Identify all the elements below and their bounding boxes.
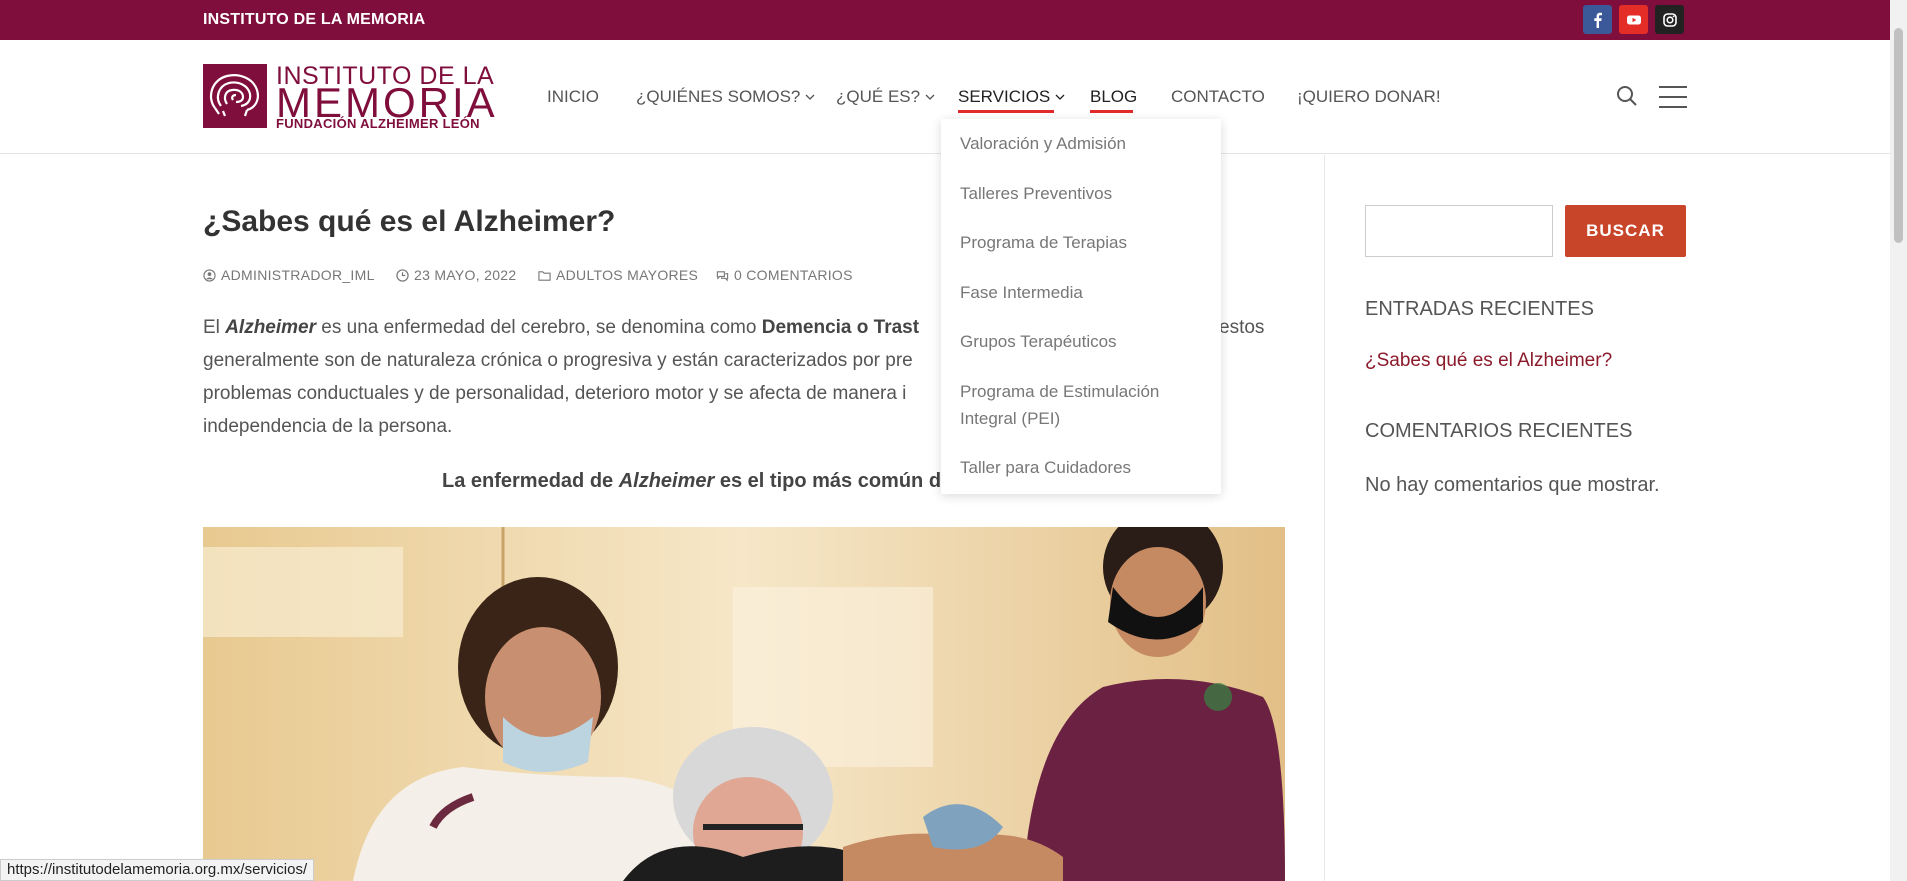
sidebar-search-button[interactable]: BUSCAR (1565, 205, 1686, 257)
post-author[interactable]: ADMINISTRADOR_IML (203, 267, 375, 283)
post-title: ¿Sabes qué es el Alzheimer? (203, 205, 616, 238)
recent-post-link[interactable]: ¿Sabes qué es el Alzheimer? (1365, 350, 1612, 372)
post-featured-image (203, 527, 1285, 881)
search-icon[interactable] (1615, 84, 1639, 108)
recent-posts-title: ENTRADAS RECIENTES (1365, 298, 1594, 320)
nav-quienes-somos[interactable]: ¿QUIÉNES SOMOS? (636, 87, 816, 107)
recent-comments-title: COMENTARIOS RECIENTES (1365, 420, 1633, 442)
nav-contacto[interactable]: CONTACTO (1171, 87, 1265, 107)
nav-blog-label: BLOG (1090, 87, 1138, 106)
nav-servicios-label: SERVICIOS (958, 87, 1051, 106)
site-logo[interactable]: INSTITUTO DE LA MEMORIA FUNDACIÓN ALZHEI… (203, 62, 495, 131)
dropdown-item-fase-intermedia[interactable]: Fase Intermedia (960, 279, 1210, 306)
post-category-label: ADULTOS MAYORES (556, 267, 699, 283)
nav-servicios[interactable]: SERVICIOS (958, 87, 1066, 107)
nav-inicio[interactable]: INICIO (547, 87, 599, 107)
nav-que-es-label: ¿QUÉ ES? (836, 87, 921, 106)
youtube-icon[interactable] (1619, 5, 1648, 34)
nav-quienes-somos-label: ¿QUIÉNES SOMOS? (636, 87, 801, 106)
dropdown-item-valoracion[interactable]: Valoración y Admisión (960, 130, 1210, 157)
nav-contacto-label: CONTACTO (1171, 87, 1265, 106)
post-date-label: 23 MAYO, 2022 (414, 267, 517, 283)
chevron-down-icon (925, 94, 935, 100)
dropdown-item-talleres-preventivos[interactable]: Talleres Preventivos (960, 180, 1210, 207)
servicios-dropdown: Valoración y Admisión Talleres Preventiv… (941, 119, 1221, 494)
nav-blog[interactable]: BLOG (1090, 87, 1137, 107)
comments-icon (716, 270, 729, 281)
logo-line3: FUNDACIÓN ALZHEIMER LEÓN (276, 116, 480, 131)
post-date[interactable]: 23 MAYO, 2022 (396, 267, 516, 283)
nav-quiero-donar-label: ¡QUIERO DONAR! (1297, 87, 1441, 106)
post-category[interactable]: ADULTOS MAYORES (538, 267, 698, 283)
chevron-down-icon (805, 94, 815, 100)
page-scrollbar[interactable] (1890, 0, 1907, 881)
dropdown-item-taller-cuidadores[interactable]: Taller para Cuidadores (960, 454, 1210, 481)
sidebar-search-input[interactable] (1365, 205, 1553, 257)
sidebar-divider (1324, 155, 1325, 881)
folder-icon (538, 270, 551, 281)
instagram-icon[interactable] (1655, 5, 1684, 34)
highlight-sentence: La enfermedad de Alzheimer es el tipo má… (442, 470, 953, 492)
caregivers-photo (203, 527, 1285, 881)
dropdown-item-programa-terapias[interactable]: Programa de Terapias (960, 229, 1210, 256)
nav-que-es[interactable]: ¿QUÉ ES? (836, 87, 936, 107)
post-comments-label: 0 COMENTARIOS (734, 267, 853, 283)
top-bar-site-name: INSTITUTO DE LA MEMORIA (203, 11, 426, 28)
hamburger-menu-icon[interactable] (1659, 86, 1687, 108)
brain-logo-icon (203, 64, 267, 128)
facebook-icon[interactable] (1583, 5, 1612, 34)
no-comments-text: No hay comentarios que mostrar. (1365, 474, 1660, 496)
top-bar: INSTITUTO DE LA MEMORIA (0, 0, 1907, 40)
dropdown-item-grupos-terapeuticos[interactable]: Grupos Terapéuticos (960, 328, 1210, 355)
nav-blog-underline (1090, 110, 1133, 113)
browser-status-bar: https://institutodelamemoria.org.mx/serv… (0, 859, 315, 881)
scrollbar-thumb[interactable] (1894, 28, 1903, 243)
post-author-label: ADMINISTRADOR_IML (221, 267, 375, 283)
post-comments[interactable]: 0 COMENTARIOS (716, 267, 853, 283)
user-icon (203, 268, 216, 282)
clock-icon (396, 268, 409, 282)
nav-inicio-label: INICIO (547, 87, 599, 106)
chevron-down-icon (1055, 94, 1065, 100)
dropdown-item-pei[interactable]: Programa de Estimulación Integral (PEI) (960, 378, 1180, 432)
nav-servicios-underline (958, 110, 1054, 113)
nav-quiero-donar[interactable]: ¡QUIERO DONAR! (1297, 87, 1441, 107)
